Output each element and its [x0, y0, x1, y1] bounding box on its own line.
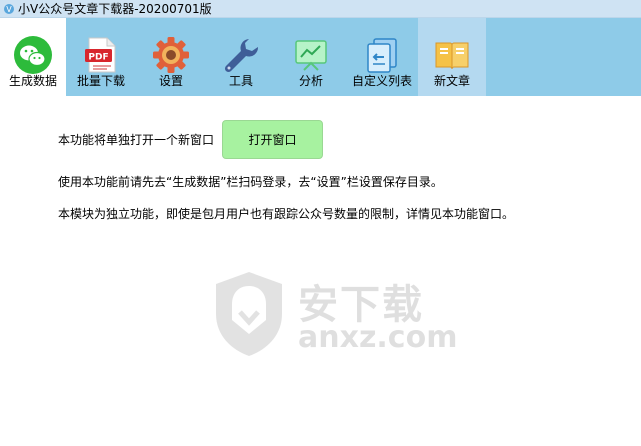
svg-text:PDF: PDF: [88, 53, 108, 63]
tab-label: 生成数据: [8, 74, 57, 88]
tab-custom-list[interactable]: 自定义列表: [346, 18, 418, 96]
main-toolbar: 生成数据 PDF 批量下载 设置 工具 分析 自定义列表 新文章: [0, 18, 641, 96]
tab-batch-download[interactable]: PDF 批量下载: [66, 18, 136, 96]
tab-label: 自定义列表: [351, 74, 412, 88]
limit-note: 本模块为独立功能，即使是包月用户也有跟踪公众号数量的限制，详情见本功能窗口。: [58, 207, 515, 221]
tab-label: 批量下载: [76, 74, 125, 88]
chart-icon: [295, 40, 327, 71]
tab-analysis[interactable]: 分析: [276, 18, 346, 96]
intro-text: 本功能将单独打开一个新窗口: [58, 133, 215, 147]
shield-icon: [216, 272, 282, 356]
book-icon: [435, 42, 469, 70]
list-icon: [367, 38, 397, 73]
tab-label: 分析: [298, 74, 323, 88]
watermark: 安下载 anxz.com: [210, 268, 520, 368]
usage-note: 使用本功能前请先去“生成数据”栏扫码登录，去“设置”栏设置保存目录。: [58, 175, 443, 189]
title-bar: V 小V公众号文章下载器-20200701版: [0, 0, 641, 18]
wrench-icon: [224, 39, 259, 73]
watermark-text: 安下载: [298, 282, 424, 328]
tab-label: 新文章: [433, 74, 470, 88]
gear-icon: [153, 37, 189, 73]
open-window-button[interactable]: 打开窗口: [222, 120, 323, 159]
tab-generate-data[interactable]: 生成数据: [0, 18, 66, 96]
tab-new-articles[interactable]: 新文章: [418, 18, 486, 96]
tab-label: 工具: [228, 74, 253, 88]
tab-settings[interactable]: 设置: [136, 18, 206, 96]
main-panel: 本功能将单独打开一个新窗口 打开窗口 使用本功能前请先去“生成数据”栏扫码登录，…: [0, 96, 641, 446]
watermark-subtext: anxz.com: [298, 320, 458, 355]
app-icon: V: [4, 4, 14, 14]
window-title: 小V公众号文章下载器-20200701版: [18, 2, 212, 16]
wechat-icon: [14, 36, 52, 74]
tab-label: 设置: [158, 74, 183, 88]
pdf-icon: PDF: [85, 37, 116, 73]
svg-text:V: V: [6, 5, 12, 14]
tab-tools[interactable]: 工具: [206, 18, 276, 96]
